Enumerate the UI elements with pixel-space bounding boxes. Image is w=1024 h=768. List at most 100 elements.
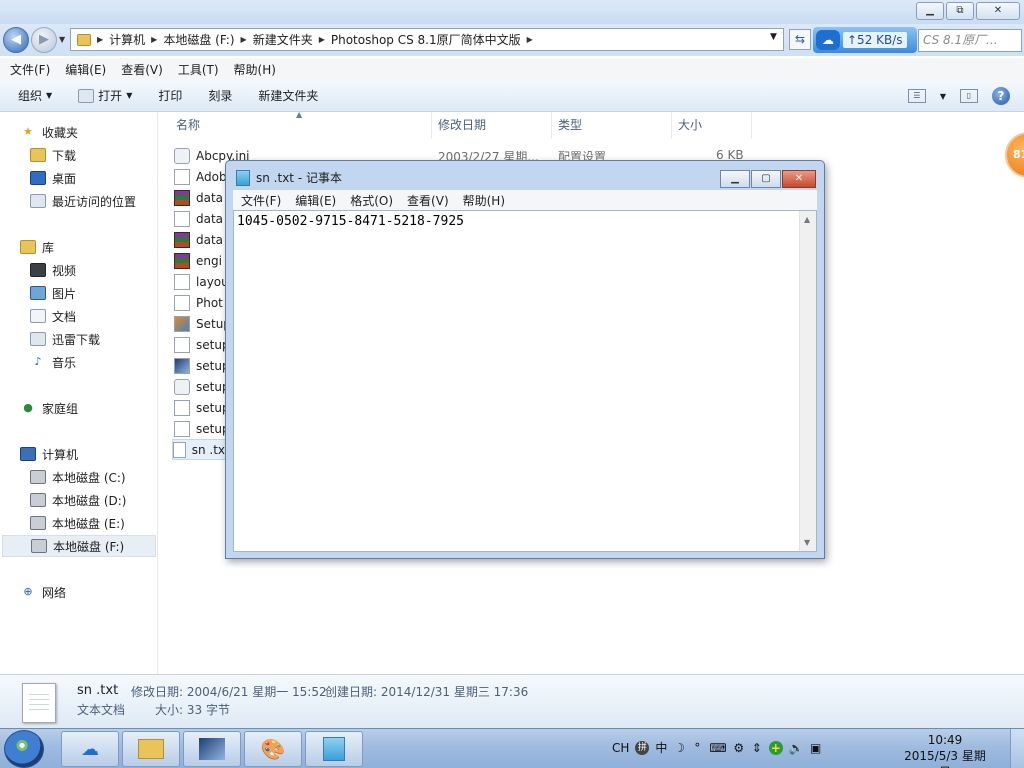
nav-desktop[interactable]: 桌面	[30, 167, 76, 189]
ime-settings-icon[interactable]: ⚙	[733, 741, 745, 755]
nav-videos[interactable]: 视频	[30, 259, 76, 281]
taskbar-installer[interactable]	[183, 731, 241, 767]
column-date[interactable]: 修改日期	[432, 112, 552, 138]
volume-icon[interactable]: 🔊	[789, 741, 804, 755]
notepad-menu-help[interactable]: 帮助(H)	[463, 192, 505, 209]
scroll-up-icon[interactable]: ▲	[804, 215, 810, 224]
menu-tools[interactable]: 工具(T)	[178, 61, 219, 78]
help-icon[interactable]: ?	[992, 87, 1010, 105]
nav-recent[interactable]: 最近访问的位置	[30, 190, 136, 212]
notepad-scrollbar[interactable]: ▲ ▼	[799, 211, 816, 551]
close-button[interactable]: ✕	[976, 2, 1020, 20]
breadcrumb-new-folder[interactable]: 新建文件夹	[253, 31, 313, 48]
notepad-menu-edit[interactable]: 编辑(E)	[295, 192, 336, 209]
nav-downloads[interactable]: 下载	[30, 144, 76, 166]
nav-drive-d[interactable]: 本地磁盘 (D:)	[30, 489, 126, 511]
chevron-right-icon[interactable]: ▶	[151, 35, 157, 44]
nav-homegroup[interactable]: ● 家庭组	[20, 397, 78, 419]
network-tray-icon[interactable]: ▣	[810, 741, 822, 755]
notepad-menu-view[interactable]: 查看(V)	[407, 192, 449, 209]
notepad-maximize-button[interactable]: ▢	[751, 170, 781, 188]
nav-documents[interactable]: 文档	[30, 305, 76, 327]
chevron-right-icon[interactable]: ▶	[319, 35, 325, 44]
notepad-titlebar[interactable]: sn .txt - 记事本	[236, 169, 342, 186]
security-app-icon[interactable]: +	[768, 740, 783, 755]
file-row[interactable]: Adob	[174, 166, 227, 187]
open-button[interactable]: 打开 ▼	[78, 87, 132, 104]
view-options-icon[interactable]: ☰	[907, 89, 926, 103]
burn-button[interactable]: 刻录	[208, 87, 232, 104]
start-button[interactable]	[4, 730, 44, 768]
forward-button[interactable]: ▶	[31, 27, 57, 53]
preview-pane-icon[interactable]: ▯	[960, 89, 978, 103]
soft-keyboard-icon[interactable]: ⌨	[709, 741, 726, 755]
notepad-content[interactable]: 1045-0502-9715-8471-5218-7925	[237, 214, 464, 229]
file-row[interactable]: setup	[174, 418, 230, 439]
menu-help[interactable]: 帮助(H)	[234, 61, 276, 78]
clock[interactable]: 10:49 2015/5/3 星期日	[900, 732, 990, 768]
refresh-button[interactable]: ⇆	[789, 29, 811, 50]
nav-favorites[interactable]: ★ 收藏夹	[20, 121, 78, 143]
nav-thunder[interactable]: 迅雷下载	[30, 328, 100, 350]
show-desktop-button[interactable]	[1010, 729, 1024, 768]
breadcrumb-photoshop[interactable]: Photoshop CS 8.1原厂简体中文版	[331, 31, 521, 48]
file-row[interactable]: setup	[174, 376, 230, 397]
half-width-icon[interactable]: ☽	[673, 741, 685, 755]
address-dropdown-icon[interactable]: ▼	[770, 32, 777, 42]
file-row[interactable]: data	[174, 229, 223, 250]
file-row[interactable]: Setup	[174, 313, 231, 334]
file-row[interactable]: data	[174, 208, 223, 229]
new-folder-button[interactable]: 新建文件夹	[258, 87, 318, 104]
file-row[interactable]: layou	[174, 271, 229, 292]
address-bar[interactable]: ▶ 计算机 ▶ 本地磁盘 (F:) ▶ 新建文件夹 ▶ Photoshop CS…	[70, 28, 784, 51]
view-caret-icon[interactable]: ▼	[940, 92, 946, 101]
chevron-right-icon[interactable]: ▶	[241, 35, 247, 44]
file-row[interactable]: Phot	[174, 292, 223, 313]
print-button[interactable]: 打印	[158, 87, 182, 104]
file-row[interactable]: engi	[174, 250, 222, 271]
nav-drive-f[interactable]: 本地磁盘 (F:)	[2, 535, 156, 557]
scroll-down-icon[interactable]: ▼	[804, 538, 810, 547]
notepad-minimize-button[interactable]: ▁	[720, 170, 750, 188]
notepad-text-area[interactable]: 1045-0502-9715-8471-5218-7925 ▲ ▼	[233, 210, 817, 552]
breadcrumb-computer[interactable]: 计算机	[109, 31, 145, 48]
nav-computer[interactable]: 计算机	[20, 443, 78, 465]
file-row[interactable]: setup	[174, 355, 230, 376]
nav-pictures[interactable]: 图片	[30, 282, 76, 304]
file-row[interactable]: setup	[174, 397, 230, 418]
minimize-button[interactable]: ▁	[916, 2, 944, 20]
ime-icon[interactable]: 拼	[635, 740, 650, 755]
chevron-right-icon[interactable]: ▶	[527, 35, 533, 44]
breadcrumb-drive-f[interactable]: 本地磁盘 (F:)	[163, 31, 234, 48]
nav-libraries[interactable]: 库	[20, 236, 54, 258]
taskbar-cloud-app[interactable]: ☁	[61, 731, 119, 767]
history-dropdown-icon[interactable]: ▼	[59, 35, 65, 44]
nav-music[interactable]: ♪ 音乐	[30, 351, 76, 373]
speed-widget[interactable]: ☁ ↑52 KB/s	[813, 27, 917, 53]
tray-expand-icon[interactable]: ⇕	[751, 741, 763, 755]
nav-drive-c[interactable]: 本地磁盘 (C:)	[30, 466, 126, 488]
notepad-menu-file[interactable]: 文件(F)	[241, 192, 281, 209]
menu-view[interactable]: 查看(V)	[121, 61, 163, 78]
column-type[interactable]: 类型	[552, 112, 672, 138]
taskbar-notepad[interactable]	[305, 731, 363, 767]
maximize-button[interactable]: ⧉	[946, 2, 974, 20]
file-row-selected[interactable]: sn .tx	[172, 439, 226, 460]
search-input[interactable]: CS 8.1原厂...	[918, 29, 1022, 52]
ime-chinese-mode[interactable]: 中	[655, 739, 667, 756]
chevron-right-icon[interactable]: ▶	[97, 35, 103, 44]
language-indicator[interactable]: CH	[612, 741, 629, 755]
notepad-close-button[interactable]: ✕	[782, 170, 816, 188]
punctuation-icon[interactable]: °	[691, 741, 703, 755]
taskbar-paint[interactable]: 🎨	[244, 731, 302, 767]
file-row[interactable]: data	[174, 187, 223, 208]
menu-file[interactable]: 文件(F)	[10, 61, 50, 78]
explorer-titlebar[interactable]: ▁ ⧉ ✕	[0, 0, 1024, 24]
column-size[interactable]: 大小	[672, 112, 752, 138]
taskbar-explorer[interactable]	[122, 731, 180, 767]
file-row[interactable]: setup	[174, 334, 230, 355]
nav-network[interactable]: ⊕ 网络	[20, 581, 66, 603]
nav-drive-e[interactable]: 本地磁盘 (E:)	[30, 512, 125, 534]
notepad-menu-format[interactable]: 格式(O)	[350, 192, 393, 209]
organize-button[interactable]: 组织 ▼	[18, 87, 52, 104]
